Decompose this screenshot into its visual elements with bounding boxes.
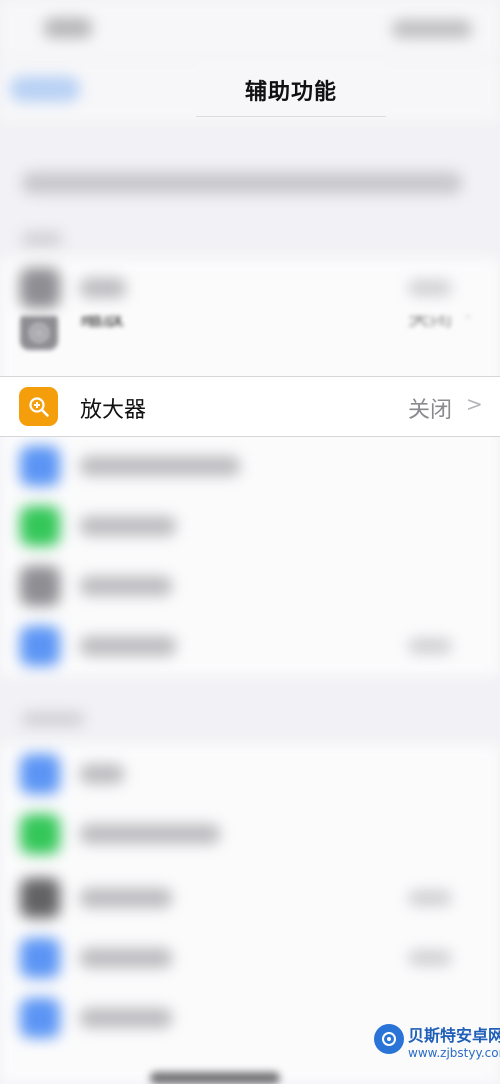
settings-row-switch-control[interactable]: [0, 868, 500, 928]
display-icon: [20, 446, 60, 486]
voice-control-icon: [20, 938, 60, 978]
chevron-right-icon: >: [464, 316, 481, 324]
status-icons: [392, 20, 472, 38]
row-label: [80, 516, 176, 536]
status-bar: [0, 0, 500, 60]
row-label: [80, 456, 240, 476]
settings-row-voiceover[interactable]: [0, 258, 500, 318]
row-label: [80, 576, 172, 596]
back-button[interactable]: [10, 76, 80, 102]
watermark-logo-icon: [374, 1024, 404, 1054]
spoken-content-icon: [20, 566, 60, 606]
nav-title-area: 辅助功能: [196, 62, 386, 117]
row-label: [80, 824, 220, 844]
switch-control-icon: [20, 878, 60, 918]
magnifier-icon: [19, 387, 58, 426]
watermark-name: 贝斯特安卓网: [408, 1026, 500, 1045]
zoom-icon: ◎: [20, 316, 58, 350]
settings-row-zoom[interactable]: ◎ 缩放 关闭 >: [0, 316, 500, 376]
bottom-indicator: [150, 1072, 280, 1084]
row-value: [408, 950, 452, 966]
row-label: [80, 764, 124, 784]
audio-description-icon: [20, 626, 60, 666]
watermark-url: www.zjbstyy.com: [408, 1046, 500, 1060]
settings-row-spoken[interactable]: [0, 556, 500, 616]
site-watermark: 贝斯特安卓网 www.zjbstyy.com: [368, 1018, 500, 1084]
row-label: [80, 278, 126, 298]
touch-icon: [20, 754, 60, 794]
voiceover-icon: [20, 268, 60, 308]
row-label: [80, 1008, 172, 1028]
row-label: [80, 888, 172, 908]
row-value: [408, 638, 452, 654]
magnifier-label: 放大器: [80, 398, 147, 423]
settings-row-magnifier[interactable]: 放大器 关闭 >: [0, 376, 500, 437]
row-label: [80, 636, 176, 656]
section-header-vision: [22, 232, 62, 246]
side-button-icon: [20, 998, 60, 1038]
motion-icon: [20, 506, 60, 546]
zoom-value: 关闭: [408, 316, 453, 331]
row-value: [408, 280, 452, 296]
magnifier-value: 关闭: [408, 398, 453, 423]
status-time: [44, 18, 92, 38]
settings-row-touch[interactable]: [0, 744, 500, 804]
settings-row-faceid[interactable]: [0, 804, 500, 864]
face-id-icon: [20, 814, 60, 854]
settings-row-voice-control[interactable]: [0, 928, 500, 988]
row-value: [408, 890, 452, 906]
chevron-right-icon: >: [466, 392, 483, 416]
zoom-label: 缩放: [80, 316, 125, 331]
page-title: 辅助功能: [244, 80, 337, 105]
section-header-physical: [22, 712, 84, 726]
settings-row-audio-desc[interactable]: [0, 616, 500, 676]
settings-row-motion[interactable]: [0, 496, 500, 556]
section-description: [22, 172, 462, 194]
settings-row-display[interactable]: [0, 436, 500, 496]
row-label: [80, 948, 172, 968]
